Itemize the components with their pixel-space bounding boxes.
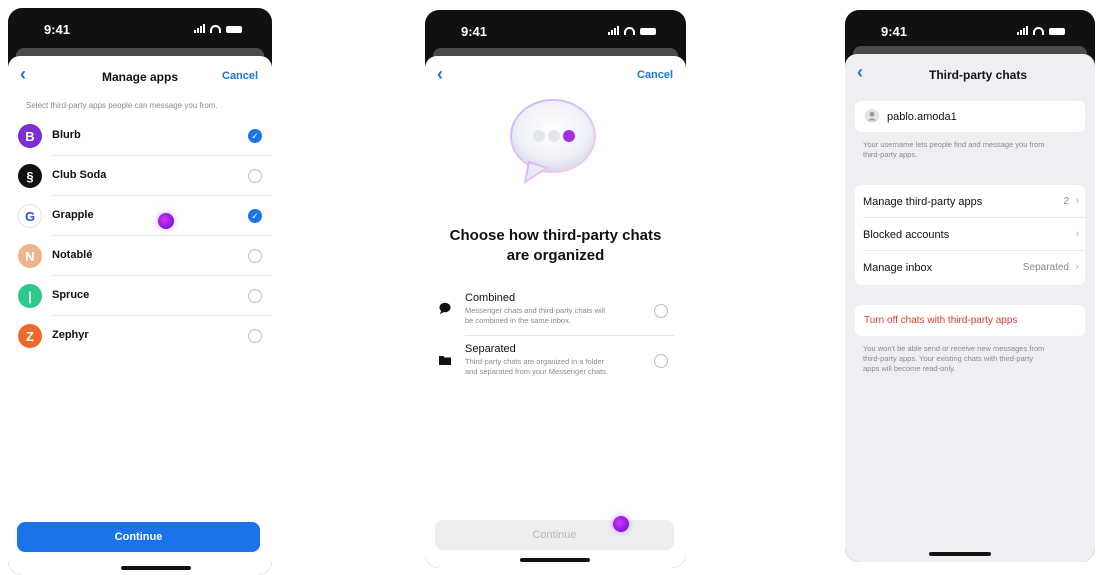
app-radio[interactable]	[248, 289, 262, 303]
home-indicator	[520, 558, 590, 562]
app-name: Notablé	[52, 249, 93, 261]
back-button[interactable]: ‹	[437, 64, 443, 85]
wifi-icon	[210, 25, 221, 33]
app-logo-icon: G	[18, 204, 42, 228]
app-row[interactable]: § Club Soda	[8, 156, 272, 196]
cancel-button[interactable]: Cancel	[637, 69, 673, 81]
organize-chats-screen: ‹ Cancel Choose how third-party chats ar…	[425, 56, 686, 568]
touch-indicator	[613, 516, 629, 532]
app-row[interactable]: | Spruce	[8, 276, 272, 316]
app-logo-icon: §	[18, 164, 42, 188]
chat-bubble-illustration	[510, 99, 596, 184]
phone-manage-apps: 9:41 ‹ Manage apps Cancel Select third-p…	[8, 8, 272, 575]
app-row[interactable]: Z Zephyr	[8, 316, 272, 356]
turn-off-button[interactable]: Turn off chats with third-party apps	[864, 315, 1017, 326]
wifi-icon	[624, 27, 635, 35]
chevron-right-icon: ›	[1075, 261, 1079, 273]
chat-bubble-icon	[439, 302, 451, 314]
settings-row-value: Separated	[1022, 262, 1069, 273]
status-bar: 9:41	[845, 10, 1095, 50]
signal-icon	[608, 26, 619, 35]
home-indicator	[121, 566, 191, 570]
continue-button[interactable]: Continue	[435, 520, 674, 550]
settings-row[interactable]: Manage inbox Separated ›	[863, 251, 1085, 284]
battery-icon	[226, 26, 242, 33]
settings-row[interactable]: Blocked accounts ›	[863, 218, 1085, 251]
app-logo-icon: |	[18, 284, 42, 308]
turn-off-note: You won't be able send or receive new me…	[863, 344, 1045, 373]
status-time: 9:41	[461, 24, 488, 39]
option-separated-title: Separated	[465, 343, 516, 355]
phone-third-party-chats: 9:41 ‹ Third-party chats pablo.amoda1 Yo…	[845, 10, 1095, 562]
settings-row-value: 2	[1063, 196, 1069, 207]
app-name: Spruce	[52, 289, 90, 301]
page-heading: Choose how third-party chats are organiz…	[449, 227, 662, 264]
touch-indicator	[158, 213, 174, 229]
continue-label: Continue	[114, 531, 163, 543]
app-name: Zephyr	[52, 329, 89, 341]
wifi-icon	[1033, 27, 1044, 35]
continue-label: Continue	[532, 529, 577, 541]
option-combined-radio[interactable]	[654, 304, 668, 318]
settings-row-label: Manage third-party apps	[863, 196, 983, 208]
back-button[interactable]: ‹	[20, 64, 26, 85]
continue-button[interactable]: Continue	[17, 522, 260, 552]
signal-icon	[194, 24, 205, 33]
status-time: 9:41	[44, 22, 71, 37]
status-bar: 9:41	[8, 8, 272, 48]
battery-icon	[640, 28, 656, 35]
subtitle: Select third-party apps people can messa…	[26, 101, 218, 110]
manage-apps-screen: ‹ Manage apps Cancel Select third-party …	[8, 56, 272, 575]
checkmark-icon[interactable]: ✓	[248, 209, 262, 223]
home-indicator	[929, 552, 991, 556]
folder-icon	[439, 356, 451, 365]
app-radio[interactable]	[248, 249, 262, 263]
option-combined-desc: Messenger chats and third-party chats wi…	[465, 306, 606, 325]
user-icon	[865, 109, 879, 123]
app-logo-icon: N	[18, 244, 42, 268]
signal-icon	[1017, 26, 1028, 35]
username-card[interactable]: pablo.amoda1	[855, 101, 1085, 132]
battery-icon	[1049, 28, 1065, 35]
settings-card: Manage third-party apps 2 › Blocked account…	[855, 185, 1085, 285]
option-combined-title: Combined	[465, 292, 516, 304]
username: pablo.amoda1	[887, 111, 957, 123]
page-title: Manage apps	[102, 70, 179, 84]
username-note: Your username lets people find and messa…	[863, 140, 1045, 159]
cancel-button[interactable]: Cancel	[222, 70, 258, 82]
app-name: Grapple	[52, 209, 94, 221]
app-row[interactable]: G Grapple ✓	[8, 196, 272, 236]
chevron-right-icon: ›	[1075, 195, 1079, 207]
checkmark-icon[interactable]: ✓	[248, 129, 262, 143]
app-row[interactable]: B Blurb ✓	[8, 116, 272, 156]
phone-organize-chats: 9:41 ‹ Cancel Choose how third-party cha…	[425, 10, 686, 568]
app-name: Blurb	[52, 129, 81, 141]
third-party-chats-screen: ‹ Third-party chats pablo.amoda1 Your us…	[845, 54, 1095, 562]
settings-row[interactable]: Manage third-party apps 2 ›	[863, 185, 1085, 218]
app-name: Club Soda	[52, 169, 107, 181]
settings-row-label: Blocked accounts	[863, 229, 950, 241]
status-time: 9:41	[881, 24, 908, 39]
back-button[interactable]: ‹	[857, 62, 863, 83]
app-radio[interactable]	[248, 329, 262, 343]
option-separated-desc: Third-party chats are organized in a fol…	[465, 357, 608, 376]
page-title: Third-party chats	[929, 68, 1028, 82]
turn-off-card[interactable]: Turn off chats with third-party apps	[855, 305, 1085, 336]
app-logo-icon: Z	[18, 324, 42, 348]
app-radio[interactable]	[248, 169, 262, 183]
chevron-right-icon: ›	[1075, 228, 1079, 240]
status-bar: 9:41	[425, 10, 686, 50]
settings-row-label: Manage inbox	[863, 262, 933, 274]
app-row[interactable]: N Notablé	[8, 236, 272, 276]
app-logo-icon: B	[18, 124, 42, 148]
option-separated-radio[interactable]	[654, 354, 668, 368]
